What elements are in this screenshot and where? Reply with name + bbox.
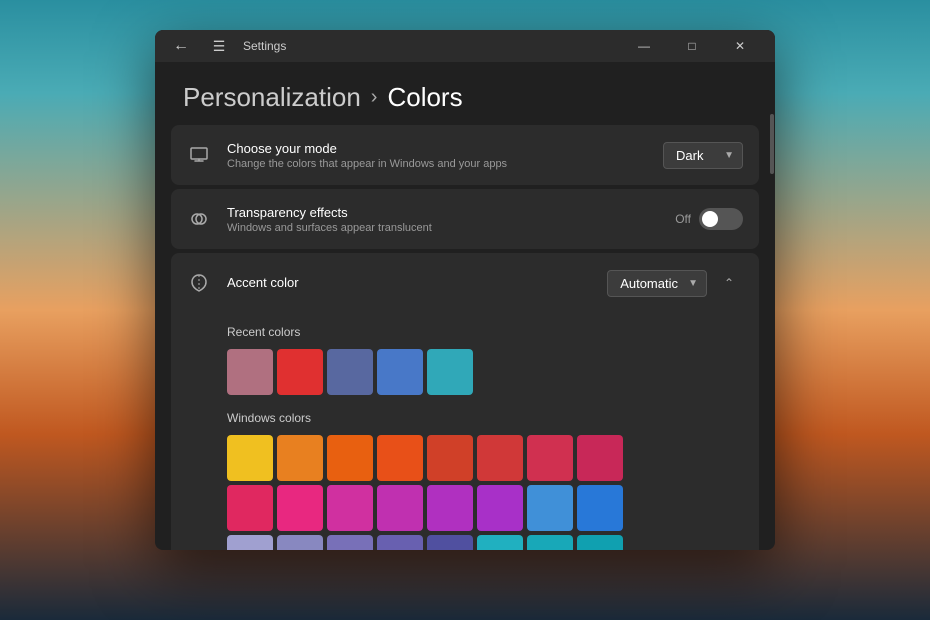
windows-color-swatch-r0-0[interactable] <box>227 435 273 481</box>
breadcrumb: Personalization › Colors <box>183 82 747 113</box>
close-button[interactable]: ✕ <box>717 30 763 62</box>
accent-collapse-button[interactable]: ⌃ <box>715 269 743 297</box>
recent-colors-grid <box>227 349 743 395</box>
titlebar: ← ☰ Settings — □ ✕ <box>155 30 775 62</box>
windows-color-swatch-r0-3[interactable] <box>377 435 423 481</box>
settings-list: Choose your mode Change the colors that … <box>155 125 775 550</box>
windows-color-swatch-r2-7[interactable] <box>577 535 623 550</box>
transparency-title: Transparency effects <box>227 205 659 220</box>
breadcrumb-current: Colors <box>387 82 462 113</box>
accent-text: Accent color <box>227 275 591 292</box>
windows-color-swatch-r2-2[interactable] <box>327 535 373 550</box>
windows-color-swatch-r1-7[interactable] <box>577 485 623 531</box>
accent-dropdown[interactable]: Automatic ▼ <box>607 270 707 297</box>
transparency-toggle[interactable] <box>699 208 743 230</box>
titlebar-controls: — □ ✕ <box>621 30 763 62</box>
mode-dropdown[interactable]: Dark ▼ <box>663 142 743 169</box>
mode-control: Dark ▼ <box>663 142 743 169</box>
chevron-down-icon: ▼ <box>724 150 734 161</box>
windows-colors-row3 <box>227 535 743 550</box>
settings-window: ← ☰ Settings — □ ✕ Personalization › Col… <box>155 30 775 550</box>
transparency-control: Off <box>675 208 743 230</box>
page-header: Personalization › Colors <box>155 62 775 125</box>
scrollbar[interactable] <box>769 110 775 550</box>
windows-color-swatch-r0-4[interactable] <box>427 435 473 481</box>
transparency-icon <box>187 207 211 231</box>
windows-colors-label: Windows colors <box>227 411 743 425</box>
windows-color-swatch-r2-4[interactable] <box>427 535 473 550</box>
mode-description: Change the colors that appear in Windows… <box>227 158 647 170</box>
maximize-button[interactable]: □ <box>669 30 715 62</box>
windows-color-swatch-r2-0[interactable] <box>227 535 273 550</box>
windows-colors-row2 <box>227 485 743 531</box>
recent-color-swatch-3[interactable] <box>377 349 423 395</box>
windows-color-swatch-r1-0[interactable] <box>227 485 273 531</box>
windows-color-swatch-r2-6[interactable] <box>527 535 573 550</box>
windows-color-swatch-r0-7[interactable] <box>577 435 623 481</box>
windows-color-swatch-r0-6[interactable] <box>527 435 573 481</box>
mode-icon <box>187 143 211 167</box>
minimize-button[interactable]: — <box>621 30 667 62</box>
recent-color-swatch-4[interactable] <box>427 349 473 395</box>
transparency-description: Windows and surfaces appear translucent <box>227 222 659 234</box>
windows-color-swatch-r1-1[interactable] <box>277 485 323 531</box>
mode-title: Choose your mode <box>227 141 647 156</box>
titlebar-title: Settings <box>243 39 286 53</box>
accent-icon <box>187 271 211 295</box>
scrollbar-thumb <box>770 114 774 174</box>
accent-expanded-panel: Recent colors Windows colors <box>171 313 759 550</box>
windows-color-swatch-r1-5[interactable] <box>477 485 523 531</box>
windows-color-swatch-r2-1[interactable] <box>277 535 323 550</box>
toggle-knob <box>702 211 718 227</box>
transparency-setting-row: Transparency effects Windows and surface… <box>171 189 759 249</box>
transparency-text: Transparency effects Windows and surface… <box>227 205 659 234</box>
titlebar-left: ← ☰ Settings <box>167 32 621 60</box>
windows-color-swatch-r2-3[interactable] <box>377 535 423 550</box>
windows-color-swatch-r0-5[interactable] <box>477 435 523 481</box>
breadcrumb-separator: › <box>371 86 378 109</box>
mode-text: Choose your mode Change the colors that … <box>227 141 647 170</box>
transparency-value: Off <box>675 212 691 226</box>
accent-controls: Automatic ▼ ⌃ <box>607 269 743 297</box>
mode-setting-row: Choose your mode Change the colors that … <box>171 125 759 185</box>
accent-title: Accent color <box>227 275 591 290</box>
windows-color-swatch-r1-3[interactable] <box>377 485 423 531</box>
breadcrumb-parent[interactable]: Personalization <box>183 82 361 113</box>
hamburger-icon[interactable]: ☰ <box>205 32 233 60</box>
windows-color-swatch-r2-5[interactable] <box>477 535 523 550</box>
windows-color-swatch-r1-6[interactable] <box>527 485 573 531</box>
recent-colors-label: Recent colors <box>227 325 743 339</box>
windows-color-swatch-r0-2[interactable] <box>327 435 373 481</box>
back-button[interactable]: ← <box>167 32 195 60</box>
recent-color-swatch-2[interactable] <box>327 349 373 395</box>
accent-setting-row: Accent color Automatic ▼ ⌃ <box>171 253 759 313</box>
windows-colors-row1 <box>227 435 743 481</box>
recent-color-swatch-0[interactable] <box>227 349 273 395</box>
windows-color-swatch-r1-2[interactable] <box>327 485 373 531</box>
recent-color-swatch-1[interactable] <box>277 349 323 395</box>
windows-color-swatch-r0-1[interactable] <box>277 435 323 481</box>
chevron-down-icon: ▼ <box>688 278 698 289</box>
windows-color-swatch-r1-4[interactable] <box>427 485 473 531</box>
